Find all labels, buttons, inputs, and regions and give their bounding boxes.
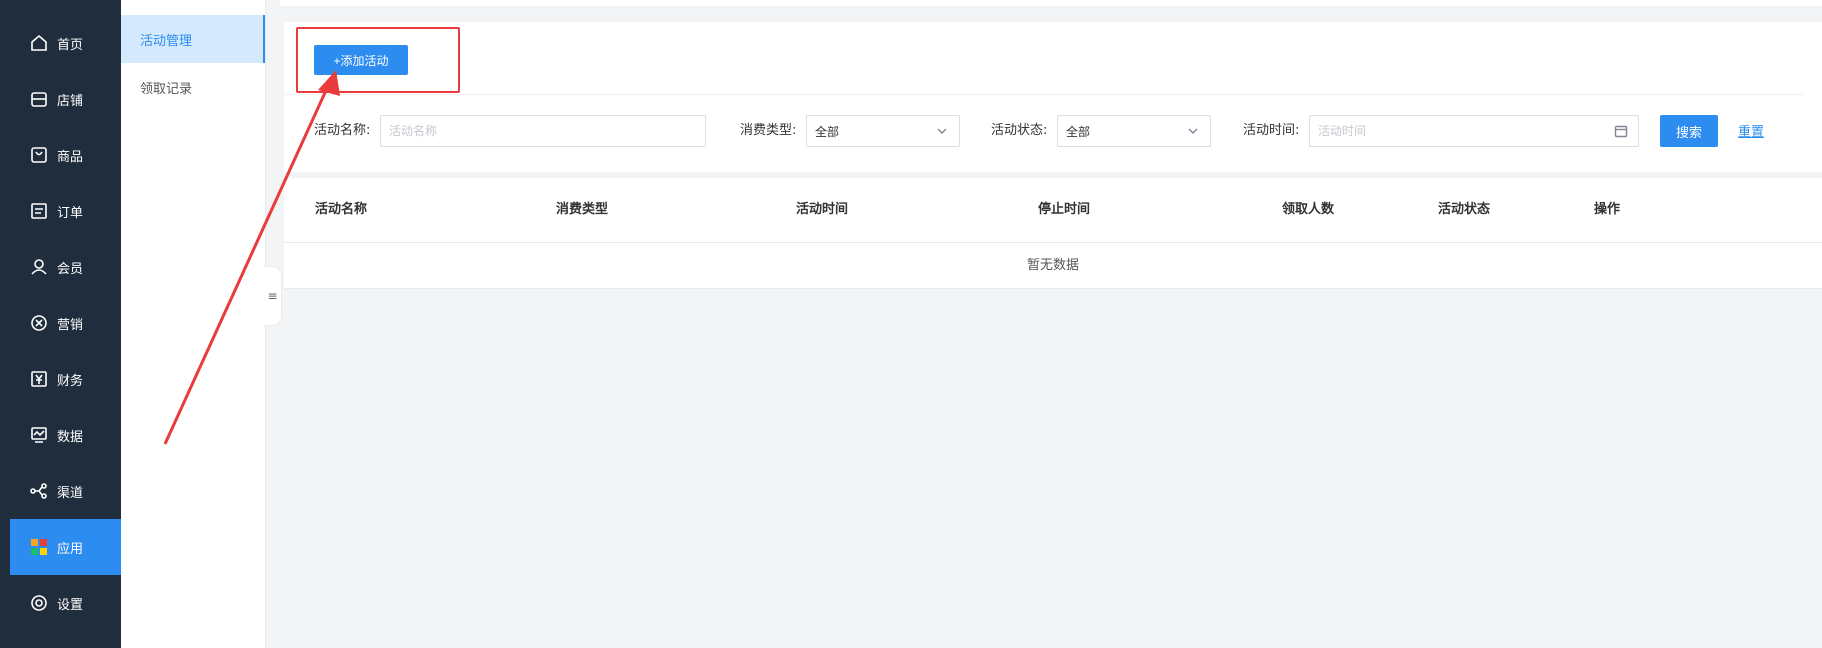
subnav-item-activity-management[interactable]: 活动管理 — [121, 15, 265, 63]
order-icon — [30, 202, 48, 220]
annotation-highlight-box — [296, 27, 460, 93]
column-header-activity-name: 活动名称 — [315, 202, 368, 217]
filter-panel: +添加活动 — [284, 22, 1822, 172]
sidebar-collapse-toggle[interactable]: ≡ — [264, 266, 282, 326]
data-icon — [30, 426, 48, 444]
activity-table: 活动名称 消费类型 活动时间 停止时间 领取人数 活动状态 操作 暂无数据 — [284, 178, 1822, 289]
subnav-item-claim-records[interactable]: 领取记录 — [121, 63, 265, 111]
nav-item-data[interactable]: 数据 — [10, 407, 121, 463]
nav-item-label: 店铺 — [57, 93, 84, 109]
chevron-down-icon — [1186, 124, 1200, 138]
column-header-consume-type: 消费类型 — [556, 202, 609, 217]
calendar-icon — [1614, 124, 1628, 138]
nav-item-member[interactable]: 会员 — [10, 239, 121, 295]
activity-time-input[interactable] — [1318, 124, 1630, 138]
main-content: +添加活动 活动名称: 消费类型: 全部 活动状态: 全部 活动时间: 搜索 重… — [266, 0, 1822, 648]
consume-type-value: 全部 — [815, 124, 840, 139]
column-header-activity-time: 活动时间 — [796, 202, 849, 217]
nav-item-label: 设置 — [57, 597, 84, 613]
apps-icon — [30, 538, 48, 556]
nav-item-label: 渠道 — [57, 485, 84, 501]
sub-nav: 活动管理 领取记录 — [121, 0, 266, 648]
column-header-actions: 操作 — [1594, 202, 1621, 217]
table-empty-text: 暂无数据 — [1026, 258, 1079, 273]
activity-status-value: 全部 — [1066, 124, 1091, 139]
chevron-down-icon — [935, 124, 949, 138]
reset-link[interactable]: 重置 — [1738, 121, 1764, 140]
activity-name-input-wrap — [380, 115, 706, 147]
nav-item-store[interactable]: 店铺 — [10, 71, 121, 127]
settings-icon — [30, 594, 48, 612]
nav-item-label: 营销 — [57, 317, 84, 333]
nav-item-finance[interactable]: 财务 — [10, 351, 121, 407]
column-header-activity-status: 活动状态 — [1438, 202, 1491, 217]
subnav-item-label: 领取记录 — [140, 81, 193, 97]
store-icon — [30, 90, 48, 108]
panel-divider — [284, 94, 1804, 95]
activity-time-picker[interactable] — [1309, 115, 1639, 147]
nav-item-marketing[interactable]: 营销 — [10, 295, 121, 351]
nav-item-apps[interactable]: 应用 — [10, 519, 121, 575]
table-bottom-border — [284, 288, 1822, 289]
nav-item-label: 会员 — [57, 261, 84, 277]
nav-item-order[interactable]: 订单 — [10, 183, 121, 239]
nav-item-label: 财务 — [57, 373, 84, 389]
nav-item-label: 订单 — [57, 205, 84, 221]
marketing-icon — [30, 314, 48, 332]
top-strip — [280, 0, 1822, 6]
activity-name-input[interactable] — [389, 124, 697, 138]
filter-time-label: 活动时间: — [1243, 123, 1300, 138]
nav-item-settings[interactable]: 设置 — [10, 575, 121, 631]
column-header-claim-count: 领取人数 — [1282, 202, 1335, 217]
nav-item-label: 应用 — [57, 541, 84, 557]
member-icon — [30, 258, 48, 276]
filter-type-label: 消费类型: — [740, 123, 797, 138]
consume-type-select[interactable]: 全部 — [806, 115, 960, 147]
nav-item-goods[interactable]: 商品 — [10, 127, 121, 183]
main-nav: 首页 店铺 商品 订单 会员 营销 财务 数据 渠道 应用 设置 — [0, 0, 121, 648]
nav-item-label: 首页 — [57, 37, 84, 53]
finance-icon — [30, 370, 48, 388]
goods-icon — [30, 146, 48, 164]
nav-item-label: 商品 — [57, 149, 84, 165]
column-header-stop-time: 停止时间 — [1038, 202, 1091, 217]
activity-status-select[interactable]: 全部 — [1057, 115, 1211, 147]
filter-name-label: 活动名称: — [314, 123, 371, 138]
home-icon — [30, 34, 48, 52]
search-button[interactable]: 搜索 — [1660, 115, 1718, 147]
subnav-item-label: 活动管理 — [140, 33, 193, 49]
channel-icon — [30, 482, 48, 500]
nav-item-home[interactable]: 首页 — [10, 15, 121, 71]
nav-item-channel[interactable]: 渠道 — [10, 463, 121, 519]
filter-status-label: 活动状态: — [991, 123, 1048, 138]
nav-item-label: 数据 — [57, 429, 84, 445]
menu-icon: ≡ — [267, 289, 278, 303]
